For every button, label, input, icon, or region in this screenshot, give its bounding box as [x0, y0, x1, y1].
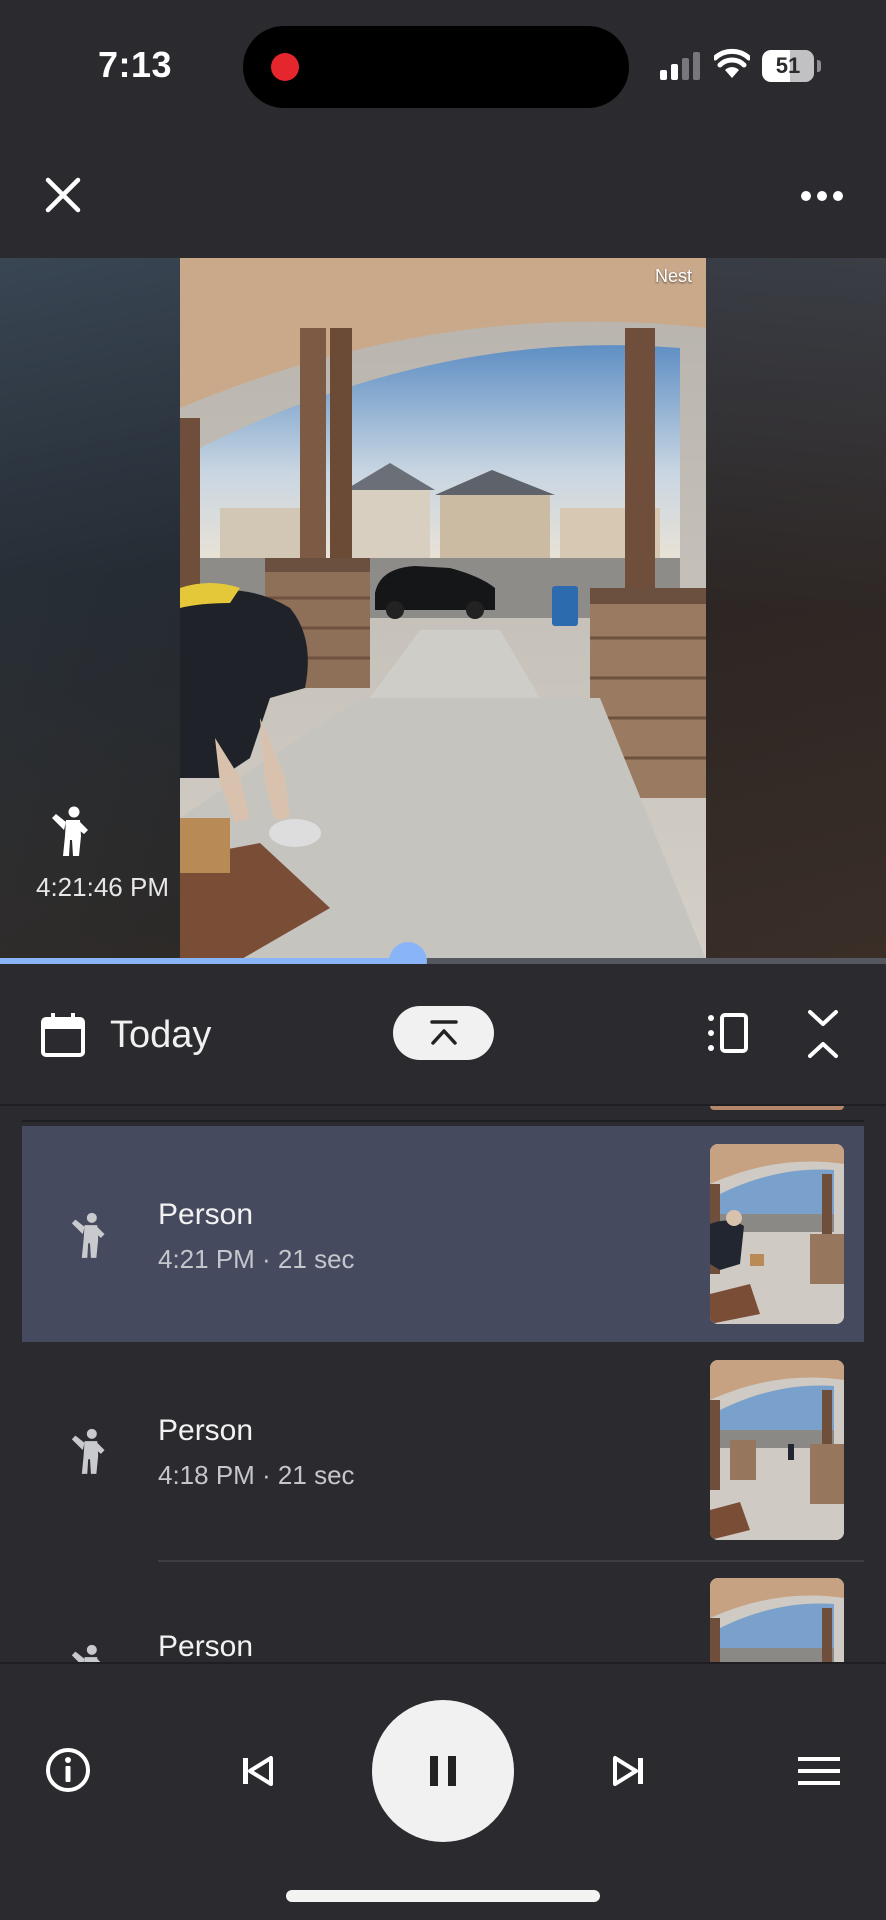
battery-level: 51: [775, 53, 801, 78]
person-motion-icon: [71, 1644, 101, 1662]
view-toggle-icon[interactable]: [708, 1012, 750, 1054]
list-item[interactable]: Person 4:21 PM · 21 sec: [22, 1126, 864, 1342]
skip-previous-icon[interactable]: [240, 1754, 274, 1788]
battery-icon: 51: [762, 50, 822, 82]
pause-icon: [430, 1756, 456, 1786]
event-meta: 4:18 PM · 21 sec: [158, 1460, 355, 1490]
event-thumbnail[interactable]: [710, 1144, 844, 1324]
jump-to-latest-button[interactable]: [393, 1006, 494, 1060]
event-overlay: 4:21:46 PM: [36, 806, 176, 903]
status-time: 7:13: [98, 44, 173, 85]
date-selector[interactable]: Today: [110, 1014, 211, 1057]
divider: [0, 1662, 886, 1664]
event-title: Person: [158, 1414, 254, 1447]
person-motion-icon: [52, 806, 88, 856]
playback-controls: [0, 1662, 886, 1920]
status-bar: 7:13 51: [0, 0, 886, 130]
recording-indicator: [271, 53, 299, 81]
event-meta: 4:21 PM · 21 sec: [158, 1244, 355, 1274]
event-thumbnail[interactable]: [710, 1578, 844, 1662]
camera-frame[interactable]: Nest: [180, 258, 706, 960]
info-icon[interactable]: [44, 1746, 92, 1794]
list-item[interactable]: Person: [22, 1558, 864, 1662]
close-icon[interactable]: [38, 170, 88, 220]
event-list[interactable]: Person 4:21 PM · 21 sec Person 4:18 PM ·…: [22, 1106, 864, 1662]
cellular-signal-icon: [660, 52, 700, 80]
event-title: Person: [158, 1630, 254, 1662]
home-indicator[interactable]: [286, 1890, 600, 1902]
event-thumbnail[interactable]: [710, 1360, 844, 1540]
date-toolbar: Today: [0, 964, 886, 1106]
event-timestamp: 4:21:46 PM: [36, 872, 169, 902]
more-options-icon[interactable]: [800, 176, 844, 216]
battery-body: 51: [762, 50, 814, 82]
wifi-icon: [714, 48, 750, 78]
video-blur-right: [706, 258, 886, 960]
video-player[interactable]: Nest 4:21:46 PM: [0, 258, 886, 960]
jump-to-top-icon: [430, 1020, 458, 1045]
skip-next-icon[interactable]: [612, 1754, 646, 1788]
collapse-icon[interactable]: [806, 1008, 840, 1060]
doorbell-scene: [180, 258, 706, 960]
menu-icon[interactable]: [798, 1756, 840, 1786]
pause-button[interactable]: [372, 1700, 514, 1842]
divider: [22, 1120, 864, 1122]
event-title: Person: [158, 1198, 254, 1231]
dynamic-island: [243, 26, 629, 108]
person-motion-icon: [71, 1428, 105, 1474]
list-item[interactable]: Person 4:18 PM · 21 sec: [22, 1342, 864, 1558]
calendar-icon[interactable]: [40, 1012, 86, 1058]
previous-event-thumbnail[interactable]: [710, 1106, 844, 1110]
person-motion-icon: [71, 1212, 105, 1258]
nest-watermark: Nest: [654, 266, 692, 286]
